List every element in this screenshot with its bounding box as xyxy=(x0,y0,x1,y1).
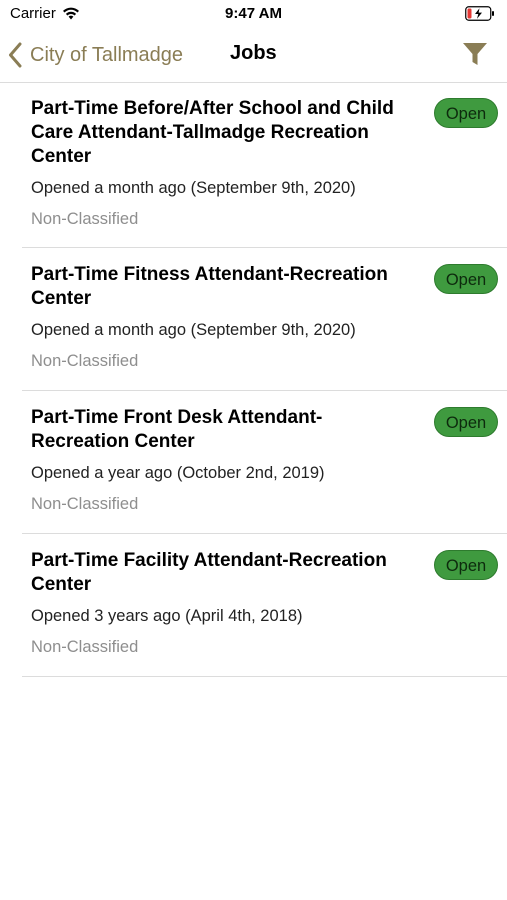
job-list-item[interactable]: Part-Time Facility Attendant-Recreation … xyxy=(22,534,507,677)
job-opened-date: Opened a year ago (October 2nd, 2019) xyxy=(31,464,325,482)
job-list-item[interactable]: Part-Time Before/After School and Child … xyxy=(22,83,507,248)
job-opened-date: Opened 3 years ago (April 4th, 2018) xyxy=(31,607,303,625)
status-badge: Open xyxy=(434,407,498,437)
job-title: Part-Time Before/After School and Child … xyxy=(31,98,394,167)
status-time: 9:47 AM xyxy=(225,5,282,22)
job-title: Part-Time Front Desk Attendant-Recreatio… xyxy=(31,407,323,452)
status-badge: Open xyxy=(434,98,498,128)
chevron-left-icon xyxy=(9,42,22,68)
job-classification: Non-Classified xyxy=(31,210,139,228)
job-title: Part-Time Facility Attendant-Recreation … xyxy=(31,550,387,595)
back-button[interactable]: City of Tallmadge xyxy=(8,38,183,72)
page-title: Jobs xyxy=(230,42,277,64)
job-opened-date: Opened a month ago (September 9th, 2020) xyxy=(31,321,356,339)
job-list-item[interactable]: Part-Time Front Desk Attendant-Recreatio… xyxy=(22,391,507,534)
job-classification: Non-Classified xyxy=(31,352,139,370)
status-bar: Carrier 9:47 AM xyxy=(0,0,507,28)
job-list-item[interactable]: Part-Time Fitness Attendant-Recreation C… xyxy=(22,248,507,391)
job-title: Part-Time Fitness Attendant-Recreation C… xyxy=(31,264,388,309)
navigation-bar: City of Tallmadge Jobs xyxy=(0,28,507,83)
status-badge: Open xyxy=(434,550,498,580)
status-badge: Open xyxy=(434,264,498,294)
filter-icon[interactable] xyxy=(461,40,489,68)
job-opened-date: Opened a month ago (September 9th, 2020) xyxy=(31,179,356,197)
job-classification: Non-Classified xyxy=(31,495,139,513)
job-classification: Non-Classified xyxy=(31,638,139,656)
job-list: Part-Time Before/After School and Child … xyxy=(0,83,507,677)
back-button-label: City of Tallmadge xyxy=(30,43,184,66)
battery-charging-icon xyxy=(465,6,494,21)
